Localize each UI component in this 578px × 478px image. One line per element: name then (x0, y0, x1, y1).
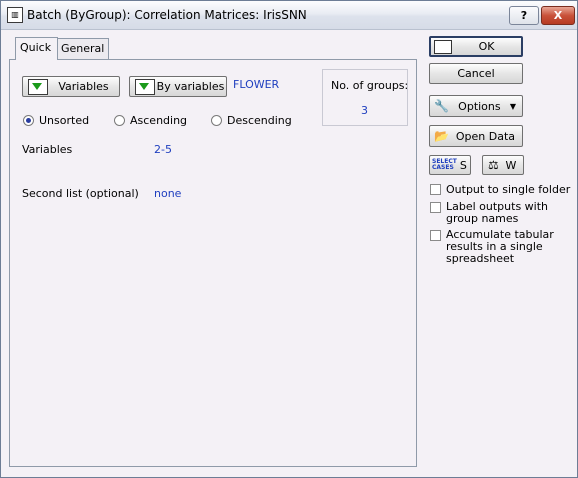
label-outputs-checkbox[interactable] (430, 202, 441, 213)
ok-button[interactable]: OK (429, 36, 523, 57)
radio-descending[interactable] (211, 115, 222, 126)
dropdown-arrow-icon: ▼ (509, 101, 516, 111)
app-icon: ▥ (7, 7, 23, 23)
options-icon: 🔧 (434, 99, 449, 113)
variables-button[interactable]: Variables (22, 76, 120, 97)
label-outputs-label: Label outputs with group names (446, 200, 549, 225)
variables-value[interactable]: 2-5 (154, 143, 172, 156)
close-button[interactable]: X (541, 6, 575, 25)
radio-unsorted[interactable] (23, 115, 34, 126)
select-cases-icon: SELECT CASES (432, 158, 457, 171)
options-button[interactable]: 🔧 Options ▼ (429, 95, 523, 117)
by-variables-button[interactable]: By variables (129, 76, 227, 97)
window-title: Batch (ByGroup): Correlation Matrices: I… (27, 8, 307, 22)
output-single-folder-checkbox[interactable] (430, 184, 441, 195)
cancel-button[interactable]: Cancel (429, 63, 523, 84)
open-data-button[interactable]: 📂 Open Data (429, 125, 523, 147)
groups-label: No. of groups: (331, 79, 409, 92)
quick-panel: Variables By variables FLOWER No. of gro… (9, 59, 417, 467)
dialog-window: ▥ Batch (ByGroup): Correlation Matrices:… (0, 0, 578, 478)
folder-icon: 📂 (434, 129, 449, 143)
select-by-variables-icon (135, 78, 155, 95)
help-button[interactable]: ? (509, 6, 539, 25)
select-variables-icon (28, 78, 48, 95)
second-list-value[interactable]: none (154, 187, 181, 200)
tab-quick[interactable]: Quick (15, 37, 58, 60)
ok-icon (434, 39, 452, 54)
weight-icon: ⚖ (488, 158, 499, 172)
output-single-folder-label: Output to single folder (446, 183, 571, 196)
variables-label: Variables (22, 143, 73, 156)
accumulate-results-checkbox[interactable] (430, 230, 441, 241)
select-cases-button[interactable]: SELECT CASES S (429, 155, 471, 175)
title-bar[interactable]: ▥ Batch (ByGroup): Correlation Matrices:… (1, 1, 577, 30)
radio-descending-label: Descending (227, 114, 292, 127)
radio-ascending-label: Ascending (130, 114, 188, 127)
radio-ascending[interactable] (114, 115, 125, 126)
groups-box: No. of groups: 3 (322, 69, 408, 126)
by-variable-value: FLOWER (233, 78, 280, 91)
weight-button[interactable]: ⚖ W (482, 155, 524, 175)
accumulate-results-label: Accumulate tabular results in a single s… (446, 228, 554, 265)
groups-value: 3 (361, 104, 368, 117)
radio-unsorted-label: Unsorted (39, 114, 90, 127)
tab-general[interactable]: General (56, 38, 109, 60)
second-list-label: Second list (optional) (22, 187, 139, 200)
